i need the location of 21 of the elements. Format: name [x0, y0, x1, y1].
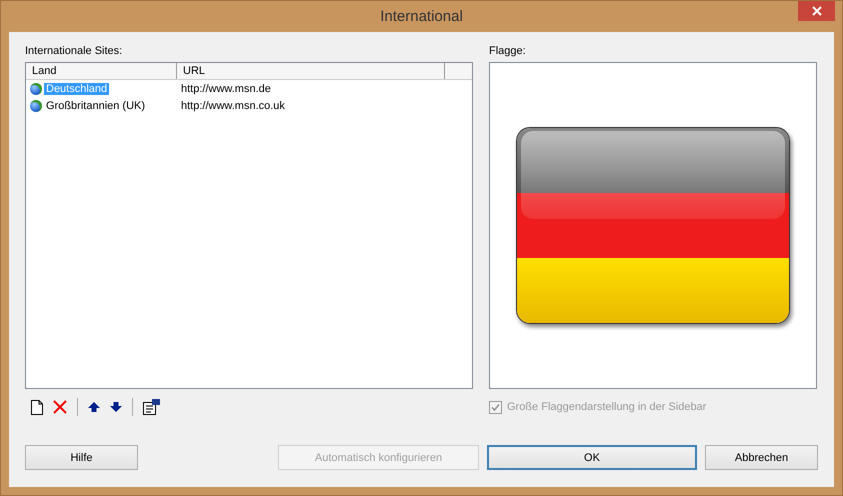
column-header[interactable]: Land — [26, 63, 177, 79]
globe-icon — [30, 100, 42, 112]
checkbox-label: Große Flaggendarstellung in der Sidebar — [507, 401, 706, 413]
properties-icon[interactable] — [143, 399, 160, 415]
dialog-button[interactable]: Hilfe — [25, 445, 138, 470]
land-cell[interactable]: Großbritannien (UK) — [44, 100, 148, 112]
dialog-button[interactable]: OK — [487, 445, 697, 470]
column-header[interactable]: URL — [177, 63, 445, 79]
sites-label: Internationale Sites: — [25, 44, 124, 59]
url-cell: http://www.msn.de — [181, 82, 271, 94]
flag-label: Flagge: — [489, 44, 527, 59]
dialog-button[interactable]: Abbrechen — [705, 445, 818, 470]
close-icon — [812, 6, 822, 16]
new-document-icon[interactable] — [31, 400, 43, 414]
delete-icon[interactable] — [53, 400, 67, 414]
arrow-up-icon[interactable] — [88, 402, 100, 412]
arrow-down-icon[interactable] — [110, 402, 122, 412]
url-cell: http://www.msn.co.uk — [181, 100, 285, 112]
window-title: International — [380, 8, 463, 25]
globe-icon — [30, 82, 42, 94]
close-button[interactable] — [798, 1, 835, 21]
